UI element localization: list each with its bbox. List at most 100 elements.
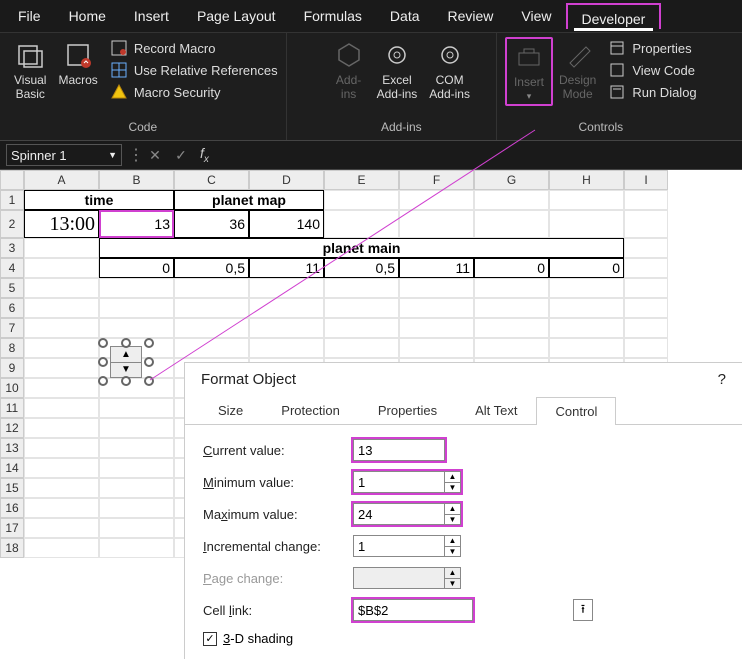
cell[interactable] xyxy=(474,298,549,318)
macro-security-button[interactable]: Macro Security xyxy=(110,81,278,103)
row-header[interactable]: 1 xyxy=(0,190,24,210)
row-header[interactable]: 13 xyxy=(0,438,24,458)
resize-handle[interactable] xyxy=(121,338,131,348)
cell[interactable] xyxy=(99,298,174,318)
cell[interactable] xyxy=(99,278,174,298)
current-value-field[interactable] xyxy=(354,440,444,460)
cell[interactable] xyxy=(474,278,549,298)
checkbox-icon[interactable]: ✓ xyxy=(203,632,217,646)
properties-button[interactable]: Properties xyxy=(608,37,696,59)
resize-handle[interactable] xyxy=(98,338,108,348)
cell-link-input[interactable] xyxy=(353,599,473,621)
name-box[interactable]: Spinner 1 ▼ xyxy=(6,144,122,166)
cell[interactable] xyxy=(24,278,99,298)
cell[interactable]: 140 xyxy=(249,210,324,238)
row-header[interactable]: 10 xyxy=(0,378,24,398)
row-header[interactable]: 3 xyxy=(0,238,24,258)
tab-view[interactable]: View xyxy=(507,2,565,30)
cell[interactable] xyxy=(549,278,624,298)
cell[interactable] xyxy=(24,238,99,258)
cell[interactable] xyxy=(99,518,174,538)
cell[interactable] xyxy=(624,210,668,238)
cell[interactable] xyxy=(99,318,174,338)
cell[interactable] xyxy=(24,498,99,518)
design-mode-button[interactable]: Design Mode xyxy=(553,37,602,106)
cell[interactable] xyxy=(99,418,174,438)
spinner-icon[interactable]: ▲▼ xyxy=(444,536,460,556)
max-value-input[interactable]: ▲▼ xyxy=(353,503,461,525)
row-header[interactable]: 4 xyxy=(0,258,24,278)
cell[interactable] xyxy=(24,418,99,438)
cell[interactable] xyxy=(474,338,549,358)
inc-change-input[interactable]: ▲▼ xyxy=(353,535,461,557)
cell[interactable]: 11 xyxy=(399,258,474,278)
cell[interactable]: 0 xyxy=(474,258,549,278)
dialog-tab-protection[interactable]: Protection xyxy=(262,396,359,424)
row-header[interactable]: 5 xyxy=(0,278,24,298)
cell[interactable] xyxy=(24,438,99,458)
col-header-C[interactable]: C xyxy=(174,170,249,190)
cell[interactable] xyxy=(549,298,624,318)
resize-handle[interactable] xyxy=(121,376,131,386)
resize-handle[interactable] xyxy=(144,338,154,348)
row-header[interactable]: 7 xyxy=(0,318,24,338)
cell[interactable] xyxy=(99,478,174,498)
cell[interactable] xyxy=(99,538,174,558)
cell[interactable] xyxy=(24,478,99,498)
min-value-input[interactable]: ▲▼ xyxy=(353,471,461,493)
cell[interactable] xyxy=(24,338,99,358)
cell[interactable]: 13:00 xyxy=(24,210,99,238)
tab-developer[interactable]: Developer xyxy=(566,3,662,29)
record-macro-button[interactable]: Record Macro xyxy=(110,37,278,59)
enter-formula-button[interactable]: ✓ xyxy=(168,147,194,164)
range-picker-button[interactable]: ⭱ xyxy=(573,599,593,621)
cell[interactable] xyxy=(474,318,549,338)
cell[interactable]: 0,5 xyxy=(174,258,249,278)
cell[interactable] xyxy=(399,278,474,298)
row-header[interactable]: 9 xyxy=(0,358,24,378)
dialog-tab-control[interactable]: Control xyxy=(536,397,616,425)
select-all-triangle[interactable] xyxy=(0,170,24,190)
spinner-icon[interactable]: ▲▼ xyxy=(444,504,460,524)
spinner-form-control[interactable]: ▲ ▼ xyxy=(100,340,152,384)
spinner-buttons[interactable]: ▲ ▼ xyxy=(110,346,142,378)
cell[interactable] xyxy=(174,318,249,338)
cell[interactable]: 0 xyxy=(99,258,174,278)
col-header-F[interactable]: F xyxy=(399,170,474,190)
cancel-formula-button[interactable]: ✕ xyxy=(142,147,168,164)
dialog-tab-size[interactable]: Size xyxy=(199,396,262,424)
col-header-G[interactable]: G xyxy=(474,170,549,190)
cell[interactable] xyxy=(549,190,624,210)
col-header-B[interactable]: B xyxy=(99,170,174,190)
cell[interactable] xyxy=(249,278,324,298)
com-addins-button[interactable]: COM Add-ins xyxy=(423,37,476,103)
relative-refs-button[interactable]: Use Relative References xyxy=(110,59,278,81)
tab-formulas[interactable]: Formulas xyxy=(290,2,376,30)
col-header-H[interactable]: H xyxy=(549,170,624,190)
cell[interactable] xyxy=(474,210,549,238)
row-header[interactable]: 2 xyxy=(0,210,24,238)
cell[interactable] xyxy=(324,318,399,338)
cell[interactable] xyxy=(474,190,549,210)
cell[interactable] xyxy=(249,318,324,338)
cell[interactable] xyxy=(249,298,324,318)
row-header[interactable]: 14 xyxy=(0,458,24,478)
cell[interactable] xyxy=(99,498,174,518)
cell[interactable] xyxy=(24,398,99,418)
row-header[interactable]: 17 xyxy=(0,518,24,538)
current-value-input[interactable] xyxy=(353,439,445,461)
cell[interactable] xyxy=(174,278,249,298)
cell[interactable] xyxy=(399,318,474,338)
row-header[interactable]: 6 xyxy=(0,298,24,318)
cell[interactable] xyxy=(324,210,399,238)
run-dialog-button[interactable]: Run Dialog xyxy=(608,81,696,103)
cell[interactable] xyxy=(399,190,474,210)
cell[interactable] xyxy=(624,278,668,298)
tab-file[interactable]: File xyxy=(4,2,55,30)
cell[interactable]: 0 xyxy=(549,258,624,278)
cell[interactable] xyxy=(99,458,174,478)
col-header-D[interactable]: D xyxy=(249,170,324,190)
cell[interactable] xyxy=(24,358,99,378)
row-header[interactable]: 8 xyxy=(0,338,24,358)
resize-handle[interactable] xyxy=(144,376,154,386)
